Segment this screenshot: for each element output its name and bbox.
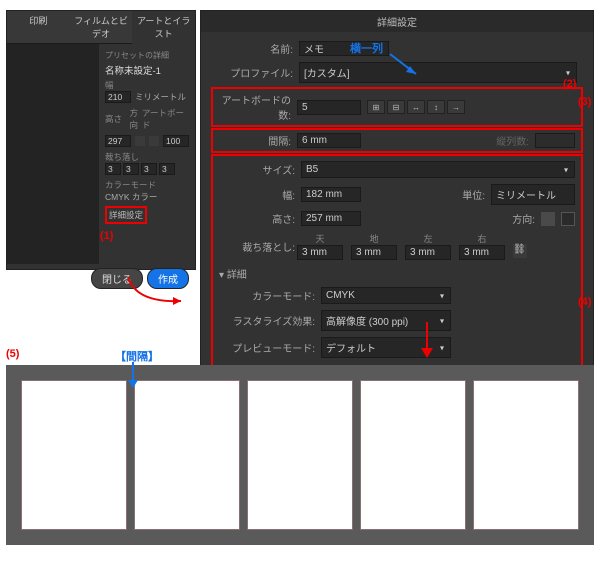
artboard-count-input[interactable] [163,135,189,147]
unit-label: 単位: [462,187,485,202]
annotation-1: (1) [100,230,113,242]
artboards-canvas [6,365,594,545]
document-name: 名称未設定-1 [105,63,189,77]
arrow-icon [126,362,140,390]
artboard [21,380,127,530]
colormode-value: CMYK [326,290,355,301]
colormode-label: カラーモード [105,179,189,191]
bleed-bottom-input[interactable] [123,163,139,175]
tab-film-video[interactable]: フィルムとビデオ [70,11,133,44]
size-label: サイズ: [219,162,295,177]
chevron-down-icon: ▾ [564,165,568,174]
bleed-label: 裁ち落し [105,151,189,163]
category-tabs: 印刷 フィルムとビデオ アートとイラスト [7,11,195,44]
profile-select[interactable]: [カスタム] ▾ [299,62,577,83]
details-disclosure[interactable]: ▾ 詳細 [219,266,247,281]
link-bleed-icon[interactable]: ⛓ [513,244,527,258]
chevron-down-icon: ▾ [440,316,444,325]
doc-width-label: 幅: [219,187,295,202]
arrangement-buttons: ⊞ ⊟ ↔ ↕ → [367,100,465,114]
preview-value: デフォルト [326,344,376,355]
orientation-portrait-icon[interactable] [135,136,145,146]
artboard [360,380,466,530]
orientation-landscape-icon[interactable] [149,136,159,146]
colormode-select[interactable]: CMYK ▾ [321,287,451,304]
annotation-row-label: 横一列 [350,40,383,56]
colormode-label: カラーモード: [219,288,315,303]
bleed-left-heading: 左 [405,232,451,245]
artboard-count-label: アートボード [142,107,189,131]
unit-value: ミリメートル [135,91,186,103]
preview-label: プレビューモード: [219,340,315,355]
columns-input [535,133,575,148]
spacing-input[interactable] [297,133,361,148]
bleed-top-heading: 天 [297,232,343,245]
artboard [134,380,240,530]
bleed-top-input[interactable] [297,245,343,260]
doc-width-input[interactable] [301,187,361,202]
bleed-right-input[interactable] [459,245,505,260]
height-input[interactable] [105,135,131,147]
arrange-rtl-icon[interactable]: → [447,100,465,114]
orientation-landscape-icon[interactable] [561,212,575,226]
size-select[interactable]: B5 ▾ [301,161,575,178]
profile-label: プロファイル: [217,65,293,80]
columns-label: 縦列数: [496,133,529,148]
colormode-value: CMYK カラー [105,191,189,203]
bleed-label: 裁ち落とし: [219,239,295,254]
preset-heading: プリセットの詳細 [105,50,189,61]
width-label: 幅 [105,79,189,91]
arrow-icon [388,52,422,78]
bleed-left-input[interactable] [405,245,451,260]
artboards-count-input[interactable] [297,100,361,115]
bleed-bottom-input[interactable] [351,245,397,260]
profile-value: [カスタム] [304,69,350,80]
bleed-bottom-heading: 地 [351,232,397,245]
annotation-4: (4) [578,296,591,308]
annotation-2: (2) [563,78,576,90]
chevron-down-icon: ▾ [566,68,570,77]
orientation-label: 方向 [129,107,138,131]
artboard [473,380,579,530]
arrange-col-icon[interactable]: ↕ [427,100,445,114]
advanced-settings-link[interactable]: 詳細設定 [105,206,147,224]
raster-value: 高解像度 (300 ppi) [326,317,408,328]
spacing-label: 間隔: [219,133,291,148]
orientation-portrait-icon[interactable] [541,212,555,226]
arrow-icon [418,320,436,360]
annotation-3: (3) [578,96,591,108]
name-label: 名前: [217,41,293,56]
width-input[interactable] [105,91,131,103]
tab-art-illust[interactable]: アートとイラスト [132,11,195,44]
doc-height-label: 高さ: [219,211,295,226]
height-label: 高さ [105,113,125,125]
chevron-down-icon: ▾ [440,291,444,300]
arrow-icon [126,275,186,305]
raster-label: ラスタライズ効果: [219,313,315,328]
unit-value: ミリメートル [496,191,556,202]
chevron-down-icon: ▾ [440,343,444,352]
preset-thumbnail-area [7,44,99,264]
bleed-top-input[interactable] [105,163,121,175]
tab-print[interactable]: 印刷 [7,11,70,44]
artboard [247,380,353,530]
doc-height-input[interactable] [301,211,361,226]
orientation-label: 方向: [512,211,535,226]
bleed-right-input[interactable] [159,163,175,175]
bleed-right-heading: 右 [459,232,505,245]
dialog-title: 詳細設定 [201,11,593,32]
arrange-grid-row-icon[interactable]: ⊞ [367,100,385,114]
size-value: B5 [306,164,318,175]
arrange-grid-col-icon[interactable]: ⊟ [387,100,405,114]
bleed-left-input[interactable] [141,163,157,175]
annotation-5: (5) [6,348,19,360]
arrange-row-icon[interactable]: ↔ [407,100,425,114]
artboards-count-label: アートボードの数: [219,92,291,122]
unit-select[interactable]: ミリメートル [491,184,575,205]
